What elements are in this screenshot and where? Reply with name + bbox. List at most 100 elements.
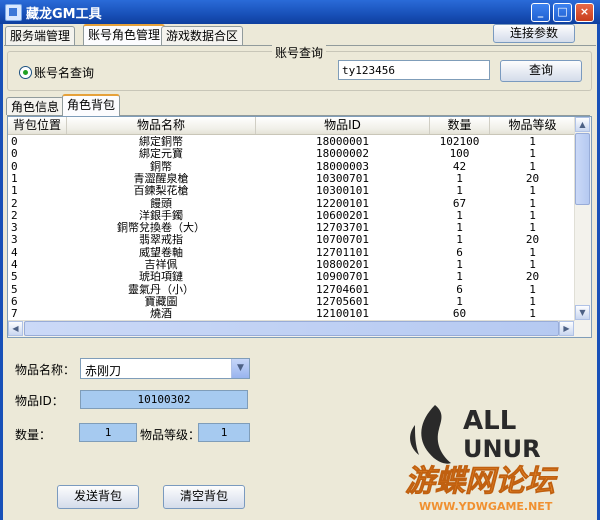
table-row[interactable]: 6 寶藏圖 12705601 1 1 bbox=[8, 296, 575, 308]
column-header-quantity[interactable]: 数量 bbox=[430, 117, 490, 134]
table-cell: 1 bbox=[529, 160, 536, 173]
table-cell: 1 bbox=[11, 172, 18, 185]
table-row[interactable]: 2 洋銀手鐲 10600201 1 1 bbox=[8, 210, 575, 222]
table-cell: 12200101 bbox=[316, 197, 369, 210]
table-row[interactable]: 5 靈氣丹（小） 12704601 6 1 bbox=[8, 284, 575, 296]
clear-backpack-button[interactable]: 清空背包 bbox=[163, 485, 245, 509]
site-name: 游蝶网论坛 bbox=[405, 464, 559, 499]
table-row[interactable]: 5 琥珀項鏈 10900701 1 20 bbox=[8, 271, 575, 283]
table-cell: 威望卷軸 bbox=[139, 246, 183, 259]
table-cell: 20 bbox=[525, 234, 540, 247]
quantity-field[interactable]: 1 bbox=[79, 423, 137, 442]
table-cell: 10600201 bbox=[316, 209, 369, 222]
item-id-field[interactable]: 10100302 bbox=[80, 390, 248, 409]
table-cell: 1 bbox=[456, 172, 463, 185]
vertical-scrollbar[interactable]: ▲ ▼ bbox=[574, 117, 591, 337]
chevron-down-icon[interactable]: ▼ bbox=[231, 359, 249, 378]
table-cell: 翡翠戒指 bbox=[139, 234, 183, 247]
table-cell: 6 bbox=[456, 283, 463, 296]
item-name-combo[interactable]: 赤刚刀 ▼ bbox=[80, 358, 250, 379]
table-row[interactable]: 1 青澀醒泉槍 10300701 1 20 bbox=[8, 173, 575, 185]
table-row[interactable]: 0 綁定銅幣 18000001 102100 1 bbox=[8, 136, 575, 148]
scroll-thumb-horizontal[interactable] bbox=[24, 321, 559, 336]
horned-logo-icon: ALL UNUR 游蝶网论坛 WWW.YDWGAME.NET bbox=[405, 405, 559, 513]
query-button[interactable]: 查询 bbox=[500, 60, 582, 82]
backpack-table[interactable]: 背包位置 物品名称 物品ID 数量 物品等级 0 綁定銅幣 18000001 1021… bbox=[7, 116, 592, 338]
title-bar: 藏龙GM工具 _ □ × bbox=[0, 0, 600, 24]
tab-account-role-management[interactable]: 账号角色管理 bbox=[83, 24, 166, 46]
table-cell: 1 bbox=[11, 185, 18, 198]
table-cell: 綁定元寶 bbox=[139, 148, 183, 161]
account-name-radio-label: 账号名查询 bbox=[34, 66, 95, 80]
site-url: WWW.YDWGAME.NET bbox=[419, 500, 553, 513]
scroll-thumb[interactable] bbox=[575, 133, 590, 205]
table-cell: 3 bbox=[11, 222, 18, 235]
table-cell: 10900701 bbox=[316, 271, 369, 284]
table-cell: 1 bbox=[529, 209, 536, 222]
table-cell: 12704601 bbox=[316, 283, 369, 296]
window-title: 藏龙GM工具 bbox=[26, 7, 102, 22]
table-cell: 5 bbox=[11, 283, 18, 296]
table-cell: 18000002 bbox=[316, 148, 369, 161]
table-cell: 18000003 bbox=[316, 160, 369, 173]
send-backpack-button[interactable]: 发送背包 bbox=[57, 485, 139, 509]
table-cell: 5 bbox=[11, 271, 18, 284]
tab-server-management[interactable]: 服务端管理 bbox=[5, 26, 76, 45]
tab-role-info[interactable]: 角色信息 bbox=[6, 97, 65, 115]
item-name-label: 物品名称： bbox=[15, 363, 76, 377]
table-row[interactable]: 0 綁定元寶 18000002 100 1 bbox=[8, 148, 575, 160]
maximize-button[interactable]: □ bbox=[553, 3, 572, 22]
close-button[interactable]: × bbox=[575, 3, 594, 22]
column-header-item-level[interactable]: 物品等级 bbox=[490, 117, 576, 134]
table-cell: 10300701 bbox=[316, 172, 369, 185]
account-name-radio[interactable] bbox=[19, 66, 32, 79]
table-cell: 1 bbox=[456, 185, 463, 198]
table-cell: 1 bbox=[456, 271, 463, 284]
table-row[interactable]: 3 翡翠戒指 10700701 1 20 bbox=[8, 234, 575, 246]
scroll-down-icon[interactable]: ▼ bbox=[575, 305, 590, 320]
table-cell: 1 bbox=[456, 234, 463, 247]
table-header: 背包位置 物品名称 物品ID 数量 物品等级 bbox=[8, 117, 576, 135]
tab-role-backpack[interactable]: 角色背包 bbox=[62, 94, 121, 116]
table-cell: 3 bbox=[11, 234, 18, 247]
table-row[interactable]: 3 銅幣兌換卷（大） 12703701 1 1 bbox=[8, 222, 575, 234]
scroll-left-icon[interactable]: ◀ bbox=[8, 321, 23, 336]
table-cell: 1 bbox=[456, 222, 463, 235]
table-cell: 百鍊梨花槍 bbox=[133, 185, 189, 198]
table-cell: 4 bbox=[11, 259, 18, 271]
table-cell: 燒酒 bbox=[150, 308, 172, 321]
table-row[interactable]: 7 燒酒 12100101 60 1 bbox=[8, 308, 575, 320]
table-cell: 18000001 bbox=[316, 136, 369, 148]
connect-params-button[interactable]: 连接参数 bbox=[493, 24, 575, 43]
table-cell: 4 bbox=[11, 246, 18, 259]
tab-game-data-merge[interactable]: 游戏数据合区 bbox=[161, 26, 244, 45]
column-header-slot[interactable]: 背包位置 bbox=[8, 117, 67, 134]
table-cell: 20 bbox=[525, 172, 540, 185]
table-row[interactable]: 1 百鍊梨花槍 10300101 1 1 bbox=[8, 185, 575, 197]
table-cell: 洋銀手鐲 bbox=[139, 209, 183, 222]
table-cell: 20 bbox=[525, 271, 540, 284]
table-cell: 10800201 bbox=[316, 259, 369, 271]
table-row[interactable]: 4 吉祥佩 10800201 1 1 bbox=[8, 259, 575, 271]
item-level-field[interactable]: 1 bbox=[198, 423, 250, 442]
account-name-input[interactable] bbox=[338, 60, 490, 80]
scroll-up-icon[interactable]: ▲ bbox=[575, 117, 590, 132]
table-cell: 1 bbox=[456, 295, 463, 308]
table-cell: 1 bbox=[456, 259, 463, 271]
table-cell: 1 bbox=[529, 197, 536, 210]
horizontal-scrollbar[interactable]: ◀ ▶ bbox=[8, 320, 575, 337]
table-row[interactable]: 0 銅幣 18000003 42 1 bbox=[8, 161, 575, 173]
table-cell: 2 bbox=[11, 209, 18, 222]
table-cell: 1 bbox=[456, 209, 463, 222]
column-header-item-name[interactable]: 物品名称 bbox=[67, 117, 256, 134]
scroll-right-icon[interactable]: ▶ bbox=[559, 321, 574, 336]
table-cell: 寶藏圖 bbox=[144, 295, 178, 308]
table-row[interactable]: 4 威望卷軸 12701101 6 1 bbox=[8, 247, 575, 259]
table-cell: 1 bbox=[529, 283, 536, 296]
table-cell: 銅幣 bbox=[150, 160, 172, 173]
minimize-button[interactable]: _ bbox=[531, 3, 550, 22]
column-header-item-id[interactable]: 物品ID bbox=[256, 117, 430, 134]
table-row[interactable]: 2 饅頭 12200101 67 1 bbox=[8, 198, 575, 210]
table-cell: 0 bbox=[11, 160, 18, 173]
table-cell: 饅頭 bbox=[150, 197, 172, 210]
